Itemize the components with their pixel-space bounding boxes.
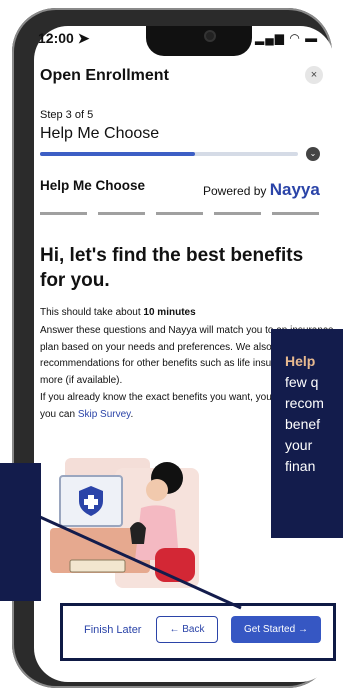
tab-5[interactable] [272,212,319,215]
status-icons: ▂▄▆ ◠ ▬ [255,31,318,45]
tab-2[interactable] [98,212,145,215]
tab-4[interactable] [214,212,261,215]
hero-heading: Hi, let's find the best benefits for you… [40,245,304,291]
chevron-down-icon[interactable]: ⌄ [306,147,320,161]
survey-tabs [40,212,320,215]
callout-panel-left [0,463,41,601]
tab-3[interactable] [156,212,203,215]
back-button[interactable]: ← Back [156,616,218,643]
section-title: Help Me Choose [40,178,146,193]
location-arrow-icon: ➤ [77,30,90,46]
progress-fill [40,152,195,156]
page-title: Open Enrollment [40,67,169,84]
camera-icon [206,32,214,40]
callout-panel: Help few q recom benef your finan [271,329,343,538]
illustration [50,458,199,588]
step-title: Help Me Choose [40,125,160,142]
battery-icon: ▬ [305,31,319,45]
step-indicator: Step 3 of 5 [40,109,94,121]
get-started-button[interactable]: Get Started → [231,616,321,643]
skip-survey-link[interactable]: Skip Survey [78,409,131,420]
notch [146,26,252,56]
powered-by: Powered by Nayya [203,180,320,199]
progress-bar [40,152,298,156]
nayya-logo: Nayya [269,180,320,199]
status-time: 12:00 ➤ [38,30,90,46]
finish-later-button[interactable]: Finish Later [84,624,141,636]
signal-icon: ▂▄▆ [255,31,285,45]
tab-1[interactable] [40,212,87,215]
time-estimate: This should take about 10 minutes [40,307,196,318]
close-icon[interactable]: × [305,66,323,84]
wifi-icon: ◠ [289,31,301,45]
